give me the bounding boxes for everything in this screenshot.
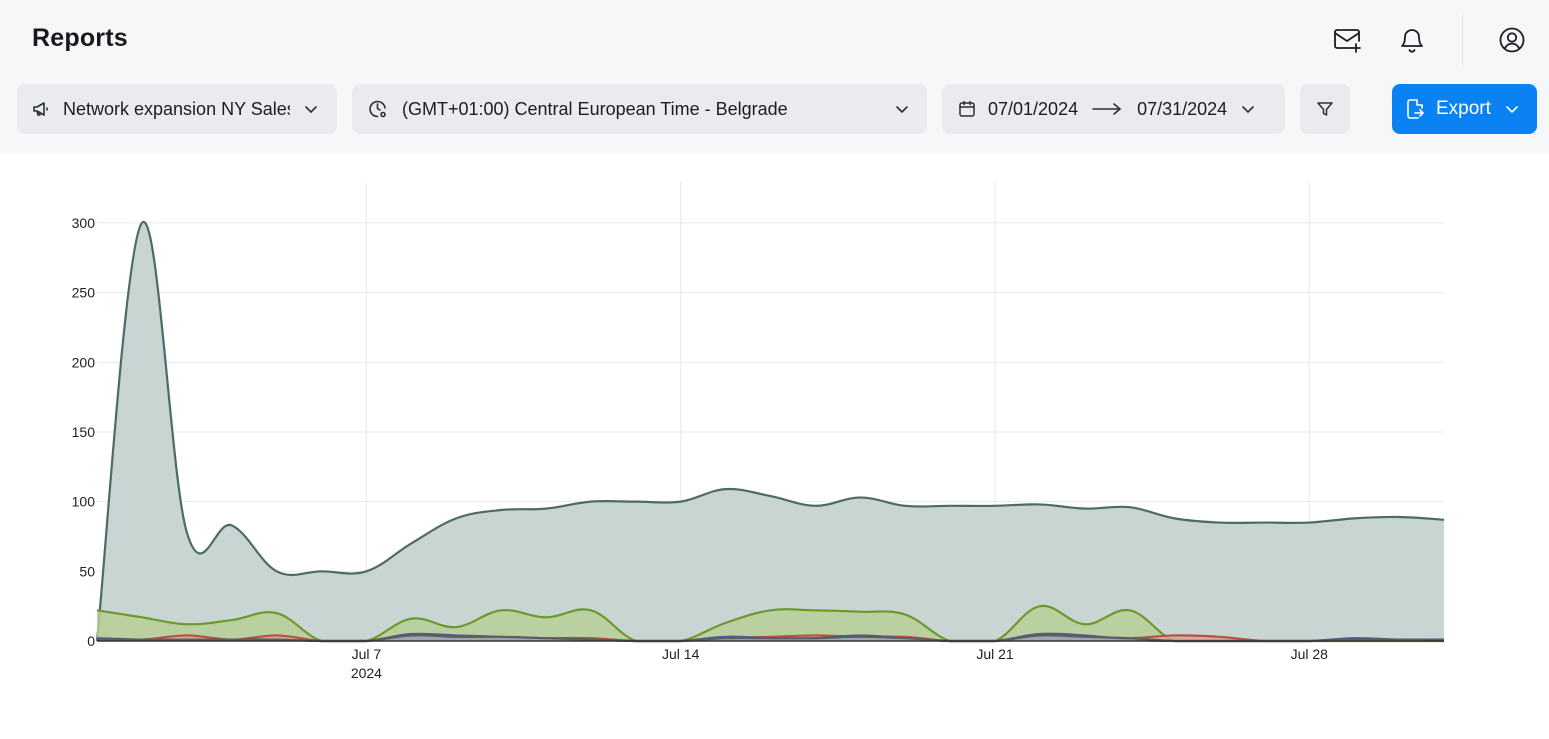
bell-icon[interactable] <box>1392 20 1432 60</box>
page-title: Reports <box>32 24 128 52</box>
date-end[interactable]: 07/31/2024 <box>1137 99 1227 120</box>
chart-area: 0 50 100 150 200 250 300 Jul 7 2024 Jul 14 Jul 21… <box>0 160 1549 734</box>
chevron-down-icon <box>1506 106 1518 114</box>
x-tick-sublabel: 2024 <box>351 665 382 681</box>
x-axis: Jul 7 2024 Jul 14 Jul 21 Jul 28 <box>97 640 1444 681</box>
filter-button[interactable] <box>1300 84 1350 134</box>
file-export-icon <box>1407 99 1424 119</box>
timezone-selector[interactable]: (GMT+01:00) Central European Time - Belg… <box>352 84 927 134</box>
date-start[interactable]: 07/01/2024 <box>988 99 1078 120</box>
clock-pin-icon <box>369 100 386 118</box>
y-tick-label: 200 <box>72 354 96 370</box>
mail-plus-icon[interactable] <box>1327 20 1367 60</box>
y-tick-label: 150 <box>72 424 96 440</box>
top-bar: Reports Network expansion NY Sales (GMT+… <box>0 0 1549 154</box>
campaign-selector[interactable]: Network expansion NY Sales <box>17 84 337 134</box>
x-tick-label: Jul 14 <box>662 646 700 662</box>
export-button[interactable]: Export <box>1392 84 1537 134</box>
chevron-down-icon <box>896 106 908 114</box>
funnel-icon <box>1317 102 1333 116</box>
calendar-icon <box>959 100 975 117</box>
y-tick-label: 0 <box>87 633 95 649</box>
y-tick-label: 100 <box>72 494 96 510</box>
area-chart[interactable]: 0 50 100 150 200 250 300 Jul 7 2024 Jul 14 Jul 21… <box>0 160 1549 734</box>
date-range-picker[interactable]: 07/01/2024 07/31/2024 <box>942 84 1285 134</box>
user-circle-icon[interactable] <box>1492 20 1532 60</box>
chevron-down-icon <box>1242 106 1254 114</box>
arrow-right-icon <box>1092 103 1122 115</box>
y-tick-label: 250 <box>72 285 96 301</box>
x-tick-label: Jul 7 <box>352 646 382 662</box>
y-axis: 0 50 100 150 200 250 300 <box>72 215 96 649</box>
x-tick-label: Jul 28 <box>1291 646 1329 662</box>
x-tick-label: Jul 21 <box>976 646 1014 662</box>
export-label: Export <box>1436 98 1491 119</box>
chevron-down-icon <box>305 106 317 114</box>
header-divider <box>1462 14 1463 66</box>
timezone-label: (GMT+01:00) Central European Time - Belg… <box>402 98 788 119</box>
y-tick-label: 300 <box>72 215 96 231</box>
megaphone-icon <box>33 102 48 116</box>
campaign-label: Network expansion NY Sales <box>63 98 290 119</box>
y-tick-label: 50 <box>79 563 95 579</box>
